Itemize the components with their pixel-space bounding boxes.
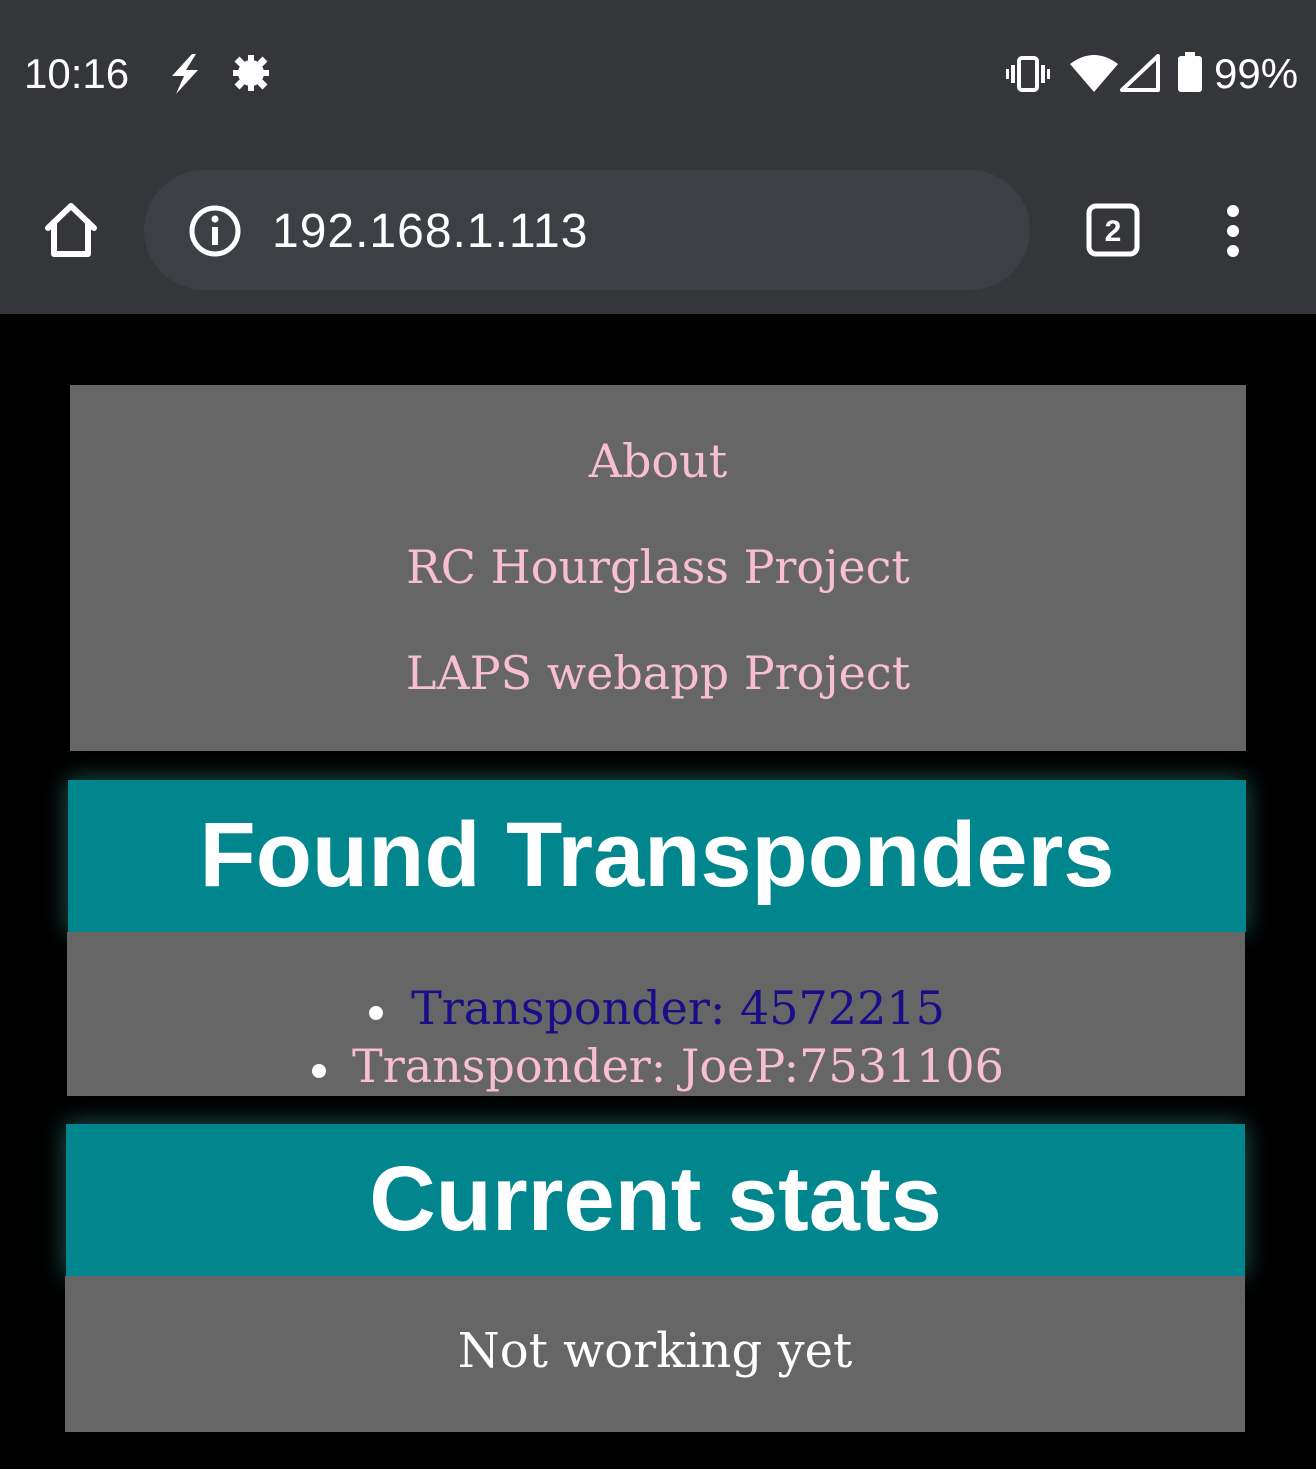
wifi-icon (1070, 54, 1118, 96)
battery-percent: 99% (1214, 50, 1299, 97)
nav-link-about[interactable]: About (70, 433, 1246, 489)
flash-icon (166, 54, 204, 98)
nav-link-laps-webapp[interactable]: LAPS webapp Project (70, 645, 1246, 701)
transponder-item-1[interactable]: Transponder: 4572215 (89, 980, 1267, 1036)
battery-icon (1178, 52, 1202, 96)
transponders-header: Found Transponders (68, 780, 1246, 932)
nav-link-rc-hourglass[interactable]: RC Hourglass Project (70, 539, 1246, 595)
stats-text: Not working yet (457, 1323, 853, 1379)
transponders-list: Transponder: 4572215 Transponder: JoeP:7… (67, 932, 1245, 1096)
more-menu-icon[interactable] (1222, 203, 1244, 263)
tab-switcher-icon[interactable]: 2 (1086, 203, 1140, 261)
status-time: 10:16 (24, 50, 130, 97)
home-icon[interactable] (40, 200, 102, 264)
settings-gear-icon (232, 54, 270, 96)
vibrate-icon (1006, 56, 1050, 96)
cell-signal-icon (1120, 54, 1160, 96)
stats-header: Current stats (66, 1124, 1245, 1276)
url-bar[interactable]: 192.168.1.113 (144, 170, 1030, 290)
nav-menu: About RC Hourglass Project LAPS webapp P… (70, 385, 1246, 751)
transponder-item-2[interactable]: Transponder: JoeP:7531106 (89, 1038, 1267, 1094)
stats-panel: Not working yet (65, 1276, 1245, 1432)
stats-heading: Current stats (369, 1148, 942, 1250)
info-icon[interactable] (188, 204, 242, 262)
status-bar: 10:16 99% (0, 0, 1316, 148)
transponders-heading: Found Transponders (199, 804, 1115, 906)
browser-toolbar: 192.168.1.113 2 (0, 148, 1316, 314)
tab-count: 2 (1105, 215, 1122, 248)
url-text[interactable]: 192.168.1.113 (272, 204, 588, 260)
